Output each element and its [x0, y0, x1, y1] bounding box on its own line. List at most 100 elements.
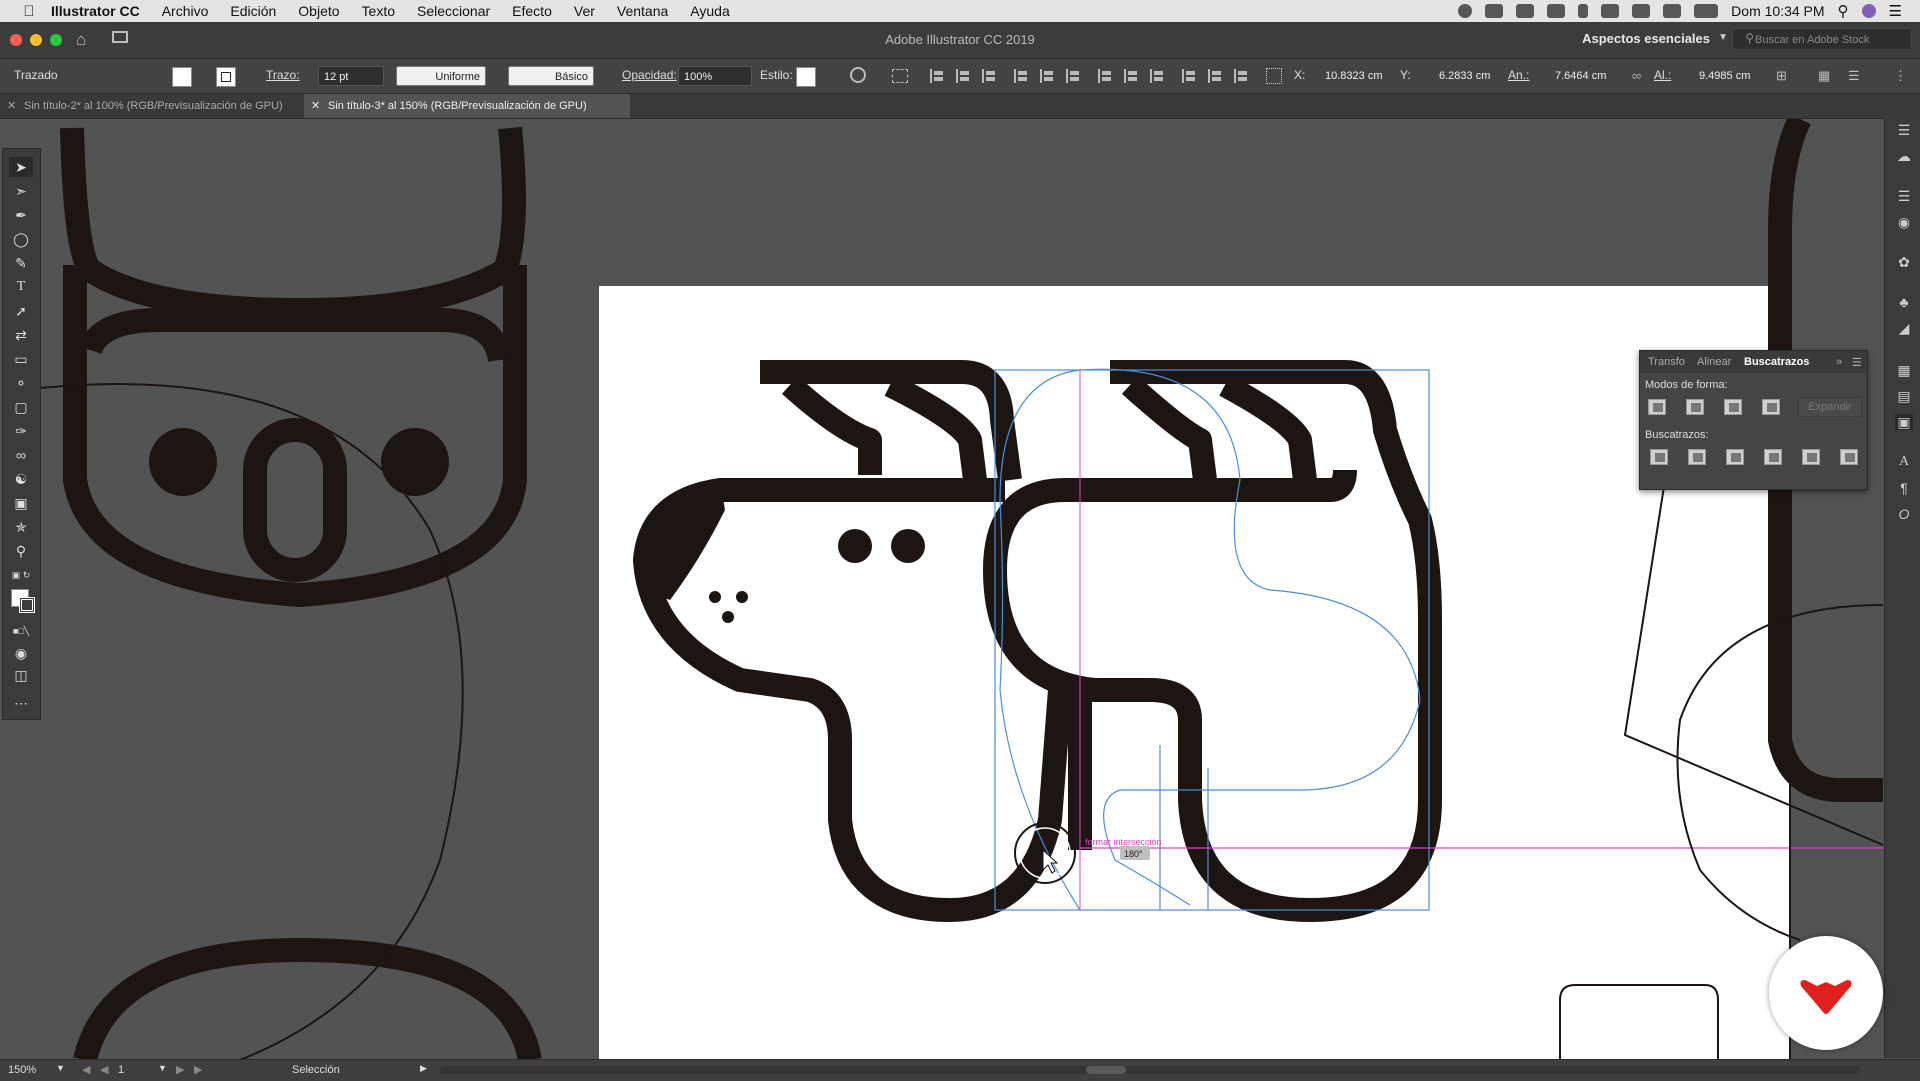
- screen-mode-icon[interactable]: ◫: [9, 665, 33, 685]
- close-tab-icon[interactable]: ✕: [311, 94, 320, 118]
- recolor-artwork-icon[interactable]: [850, 67, 866, 83]
- more-options-icon[interactable]: ⋮: [1894, 68, 1907, 84]
- battery-icon[interactable]: [1694, 4, 1719, 18]
- spotlight-search-icon[interactable]: ⚲: [1838, 2, 1849, 20]
- wifi-icon[interactable]: [1601, 4, 1620, 18]
- type-tool-icon[interactable]: T: [9, 277, 33, 297]
- pathfinder-panel-icon[interactable]: ▣: [1895, 414, 1913, 430]
- workspace-switcher[interactable]: Aspectos esenciales: [1582, 31, 1710, 46]
- default-fill-stroke-icon[interactable]: ▣ ↻: [9, 565, 33, 585]
- previous-artboard-icon[interactable]: ◀: [100, 1063, 108, 1076]
- status-menu-icon[interactable]: ▶: [420, 1063, 427, 1074]
- constrain-proportions-icon[interactable]: ∞: [1632, 68, 1641, 83]
- zoom-dropdown-icon[interactable]: ▼: [56, 1063, 65, 1073]
- menu-archivo[interactable]: Archivo: [151, 0, 220, 22]
- trim-button[interactable]: [1688, 449, 1706, 465]
- menu-seleccionar[interactable]: Seleccionar: [406, 0, 501, 22]
- width-field[interactable]: 7.6464 cm: [1550, 66, 1622, 86]
- artboard-dropdown-icon[interactable]: ▼: [158, 1063, 167, 1073]
- opentype-panel-icon[interactable]: O: [1895, 506, 1913, 522]
- scrollbar-thumb[interactable]: [1086, 1066, 1126, 1074]
- panel-menu-icon[interactable]: ☰: [1852, 356, 1862, 369]
- menu-objeto[interactable]: Objeto: [287, 0, 350, 22]
- horizontal-scrollbar[interactable]: [440, 1066, 1860, 1074]
- document-canvas[interactable]: formar intersección 180°: [40, 119, 1883, 1059]
- align-top-icon[interactable]: [1014, 69, 1030, 83]
- merge-button[interactable]: [1726, 449, 1744, 465]
- zoom-tool-icon[interactable]: ⚲: [9, 541, 33, 561]
- direct-selection-tool-icon[interactable]: ➣: [9, 181, 33, 201]
- transform-options-icon[interactable]: ⊞: [1776, 68, 1787, 84]
- artboard-tool-icon[interactable]: ▣: [9, 493, 33, 513]
- bluetooth-icon[interactable]: [1578, 4, 1589, 18]
- siri-icon[interactable]: [1861, 4, 1876, 18]
- menu-texto[interactable]: Texto: [351, 0, 406, 22]
- close-tab-icon[interactable]: ✕: [7, 94, 16, 118]
- graphic-style-swatch[interactable]: [796, 67, 816, 87]
- selection-tool-icon[interactable]: ➤: [9, 157, 33, 177]
- nvidia-icon[interactable]: [1547, 4, 1566, 18]
- divide-button[interactable]: [1650, 449, 1668, 465]
- volume-icon[interactable]: [1663, 4, 1682, 18]
- next-artboard-icon[interactable]: ▶: [176, 1063, 184, 1076]
- airplay-icon[interactable]: [1632, 4, 1651, 18]
- tab-pathfinder[interactable]: Buscatrazos: [1744, 356, 1809, 368]
- pen-tool-icon[interactable]: ✒: [9, 205, 33, 225]
- edit-toolbar-icon[interactable]: ⋯: [9, 693, 33, 713]
- shape-builder-tool-icon[interactable]: ⚬: [9, 373, 33, 393]
- creative-cloud-icon[interactable]: [1516, 4, 1535, 18]
- graphic-styles-panel-icon[interactable]: ◢: [1895, 320, 1913, 336]
- menu-app-name[interactable]: Illustrator CC: [40, 0, 151, 22]
- symbol-sprayer-tool-icon[interactable]: ☯: [9, 469, 33, 489]
- record-icon[interactable]: [1458, 4, 1473, 18]
- pencil-tool-icon[interactable]: ✎: [9, 253, 33, 273]
- zoom-level-field[interactable]: 150%: [8, 1064, 36, 1076]
- ellipse-tool-icon[interactable]: ◯: [9, 229, 33, 249]
- menu-ver[interactable]: Ver: [563, 0, 606, 22]
- tab-transform[interactable]: Transfo: [1648, 356, 1685, 368]
- line-tool-icon[interactable]: ➚: [9, 301, 33, 321]
- eraser-tool-icon[interactable]: ▭: [9, 349, 33, 369]
- intersect-button[interactable]: [1724, 399, 1742, 415]
- layers-panel-icon[interactable]: ☰: [1895, 122, 1913, 138]
- variable-width-profile-dropdown[interactable]: Uniforme: [396, 66, 486, 86]
- blend-tool-icon[interactable]: ∞: [9, 445, 33, 465]
- distribute-left-icon[interactable]: [1182, 69, 1198, 83]
- align-panel-icon[interactable]: ▤: [1895, 388, 1913, 404]
- draw-mode-icon[interactable]: ◉: [9, 643, 33, 663]
- chevron-down-icon[interactable]: ▼: [1718, 32, 1728, 43]
- reflect-tool-icon[interactable]: ⇄: [9, 325, 33, 345]
- character-panel-icon[interactable]: A: [1895, 454, 1913, 470]
- paragraph-panel-icon[interactable]: ¶: [1895, 480, 1913, 496]
- stroke-weight-field[interactable]: 12 pt: [318, 66, 384, 86]
- menu-ayuda[interactable]: Ayuda: [679, 0, 740, 22]
- stroke-color-icon[interactable]: [19, 597, 35, 613]
- align-center-icon[interactable]: [956, 69, 972, 83]
- y-position-field[interactable]: 6.2833 cm: [1434, 66, 1506, 86]
- crop-button[interactable]: [1764, 449, 1782, 465]
- brushes-panel-icon[interactable]: ✿: [1895, 254, 1913, 270]
- adobe-stock-search-input[interactable]: Buscar en Adobe Stock: [1732, 28, 1912, 50]
- status-tool-label[interactable]: Selección: [292, 1064, 340, 1076]
- tab-align[interactable]: Alinear: [1697, 356, 1731, 368]
- libraries-panel-icon[interactable]: ☁: [1895, 148, 1913, 164]
- distribute-middle-icon[interactable]: [1124, 69, 1140, 83]
- outline-button[interactable]: [1802, 449, 1820, 465]
- align-to-icon[interactable]: [892, 69, 908, 83]
- apple-menu-icon[interactable]: : [18, 3, 40, 20]
- align-middle-icon[interactable]: [1040, 69, 1056, 83]
- align-right-icon[interactable]: [982, 69, 998, 83]
- distribute-bottom-icon[interactable]: [1150, 69, 1166, 83]
- fill-swatch[interactable]: [172, 67, 192, 87]
- unite-button[interactable]: [1648, 399, 1666, 415]
- color-mode-icons[interactable]: ■□╲: [9, 621, 33, 641]
- artboard-number-field[interactable]: 1: [118, 1064, 124, 1076]
- color-panel-icon[interactable]: ◉: [1895, 214, 1913, 230]
- exclude-button[interactable]: [1762, 399, 1780, 415]
- distribute-top-icon[interactable]: [1098, 69, 1114, 83]
- collapse-panel-icon[interactable]: »: [1836, 356, 1842, 368]
- clock[interactable]: Dom 10:34 PM: [1731, 3, 1824, 19]
- minus-front-button[interactable]: [1686, 399, 1704, 415]
- first-artboard-icon[interactable]: ◀: [82, 1063, 90, 1076]
- expand-button[interactable]: Expandir: [1798, 397, 1862, 417]
